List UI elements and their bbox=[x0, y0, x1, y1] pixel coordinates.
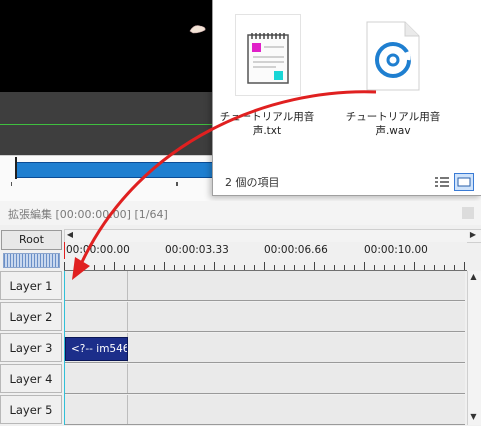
zoom-scale-slider[interactable] bbox=[3, 253, 60, 268]
time-label: 00:00:00.00 bbox=[66, 244, 130, 256]
seekbar-track[interactable] bbox=[15, 162, 217, 178]
file-name-wav: チュートリアル用音声.wav bbox=[345, 111, 441, 137]
layer-label[interactable]: Layer 5 bbox=[0, 395, 62, 424]
layer-row: Layer 1 bbox=[0, 271, 465, 302]
file-explorer-window: チュートリアル用音声.txt チュートリアル用音声.wav 2 個の項目 bbox=[212, 0, 481, 196]
timeline-clip[interactable]: <?-- im546 bbox=[65, 337, 128, 361]
scroll-left-icon[interactable]: ◀ bbox=[64, 229, 76, 241]
layer-row: Layer 5 bbox=[0, 395, 465, 426]
scroll-right-icon[interactable]: ▶ bbox=[467, 229, 479, 241]
seekbar-thumb[interactable] bbox=[15, 157, 17, 179]
layer-row: Layer 4 bbox=[0, 364, 465, 395]
editor-title: 拡張編集 [00:00:00.00] [1/64] bbox=[8, 208, 168, 221]
details-view-icon[interactable] bbox=[434, 175, 450, 189]
notepad-icon bbox=[235, 14, 301, 96]
item-count-status: 2 個の項目 bbox=[225, 176, 280, 189]
time-label: 00:00:03.33 bbox=[165, 244, 229, 256]
layer-label[interactable]: Layer 1 bbox=[0, 271, 62, 300]
seek-tick-icon bbox=[11, 182, 16, 186]
file-name-txt: チュートリアル用音声.txt bbox=[219, 111, 315, 137]
root-button[interactable]: Root bbox=[1, 230, 62, 250]
time-label: 00:00:10.00 bbox=[364, 244, 428, 256]
scroll-up-icon[interactable]: ▲ bbox=[467, 271, 480, 283]
seek-tick-icon bbox=[176, 182, 178, 186]
scroll-down-icon[interactable]: ▼ bbox=[467, 411, 480, 423]
layer-label[interactable]: Layer 3 bbox=[0, 333, 62, 362]
horizontal-scrollbar[interactable] bbox=[64, 229, 481, 243]
ruler-ticks bbox=[64, 262, 465, 270]
playhead-marker[interactable] bbox=[64, 242, 65, 259]
file-item-txt[interactable]: チュートリアル用音声.txt bbox=[213, 0, 321, 140]
hand-graphic bbox=[189, 25, 206, 34]
layer-label[interactable]: Layer 4 bbox=[0, 364, 62, 393]
audio-file-icon bbox=[361, 14, 425, 94]
layer-track[interactable] bbox=[64, 302, 465, 332]
layer-label[interactable]: Layer 2 bbox=[0, 302, 62, 331]
time-label: 00:00:06.66 bbox=[264, 244, 328, 256]
layer-track[interactable] bbox=[64, 364, 465, 394]
window-control-icon[interactable] bbox=[462, 207, 474, 219]
layer-track[interactable] bbox=[64, 271, 465, 301]
layer-row: Layer 2 bbox=[0, 302, 465, 333]
file-item-wav[interactable]: チュートリアル用音声.wav bbox=[339, 0, 447, 140]
large-icons-view-icon[interactable] bbox=[454, 173, 474, 191]
vertical-scrollbar[interactable] bbox=[467, 271, 481, 425]
layer-track[interactable] bbox=[64, 395, 465, 425]
